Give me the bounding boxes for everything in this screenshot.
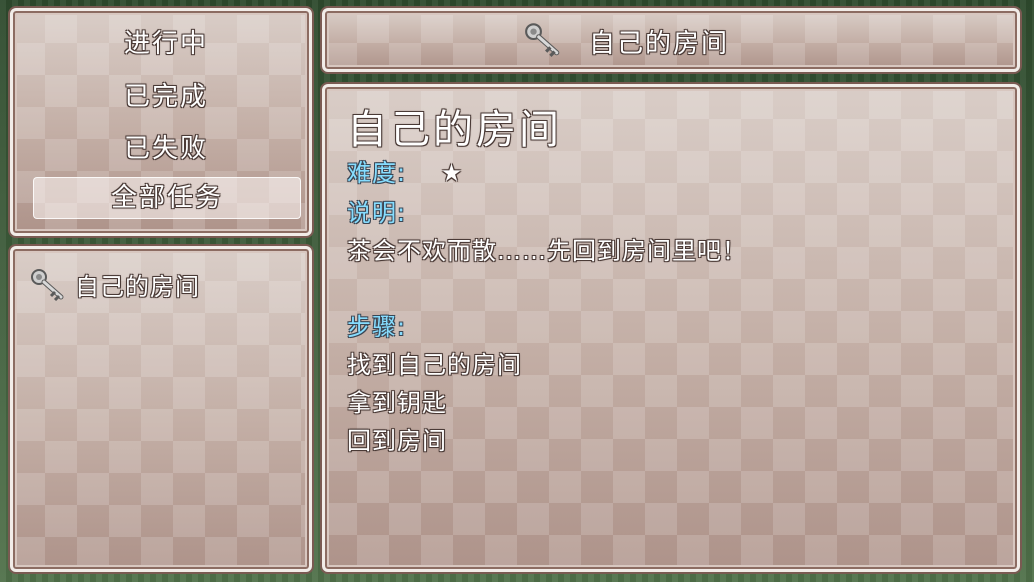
key-icon bbox=[29, 267, 67, 305]
category-all-quests[interactable]: 全部任务 bbox=[33, 177, 301, 219]
description-label: 说明: bbox=[347, 199, 407, 227]
category-failed[interactable]: 已失败 bbox=[33, 129, 299, 169]
step-item: 拿到钥匙 bbox=[347, 389, 447, 417]
description-text: 茶会不欢而散……先回到房间里吧！ bbox=[347, 237, 747, 265]
step-item: 找到自己的房间 bbox=[347, 351, 522, 379]
quest-list-item[interactable]: 自己的房间 bbox=[27, 263, 297, 303]
difficulty-label: 难度: bbox=[347, 159, 407, 187]
quest-detail-window: 自己的房间 难度: ★ 说明: 茶会不欢而散……先回到房间里吧！ 步骤: 找到自… bbox=[322, 84, 1020, 572]
difficulty-row: 难度: ★ bbox=[347, 153, 463, 188]
category-completed[interactable]: 已完成 bbox=[33, 77, 299, 117]
header-title: 自己的房间 bbox=[589, 29, 730, 59]
steps-label: 步骤: bbox=[347, 313, 407, 341]
quest-header-window: 自己的房间 bbox=[322, 8, 1020, 72]
detail-title: 自己的房间 bbox=[347, 107, 562, 153]
key-icon bbox=[523, 21, 563, 61]
quest-list-window: 自己的房间 bbox=[10, 246, 312, 572]
category-window: 进行中 已完成 已失败 全部任务 bbox=[10, 8, 312, 236]
step-item: 回到房间 bbox=[347, 427, 447, 455]
difficulty-star-icon: ★ bbox=[440, 159, 464, 187]
category-in-progress[interactable]: 进行中 bbox=[33, 24, 299, 64]
quest-name: 自己的房间 bbox=[75, 273, 200, 301]
